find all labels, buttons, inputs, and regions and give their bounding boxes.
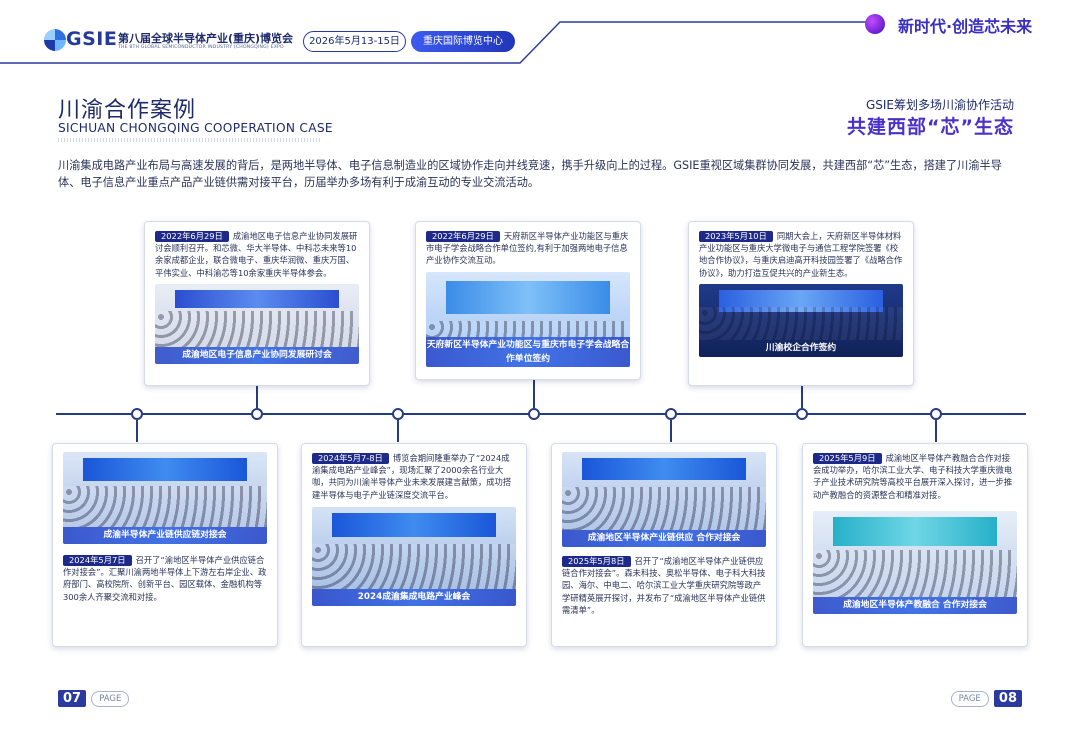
timeline-stem <box>256 386 258 408</box>
page-number-right: 08 <box>993 690 1022 707</box>
section-title-cn: 川渝合作案例 <box>58 98 197 123</box>
page-indicator-right: PAGE 08 <box>950 688 1022 707</box>
case-card: 2022年6月29日 天府新区半导体产业功能区与重庆市电子学会战略合作单位签约,有… <box>415 221 641 380</box>
case-date-badge: 2022年6月29日 <box>426 231 500 242</box>
timeline-stem <box>670 420 672 442</box>
case-card: 2025年5月9日 成渝地区半导体产教融合合作对接会成功举办，哈尔滨工业大学、电子… <box>802 443 1028 647</box>
slogan: 新时代·创造芯未来 <box>898 17 1033 36</box>
case-photo: 川渝校企合作签约 <box>699 283 903 357</box>
case-text-block: 2023年5月10日 同期大会上，天府新区半导体材料产业功能区与重庆大学微电子与通… <box>699 230 903 279</box>
case-text-block: 2024年5月7日 召开了“渝地区半导体产业供应链合作对接会”。汇聚川渝两地半导体… <box>63 554 267 603</box>
timeline-node <box>930 408 942 420</box>
slogan-dot-icon <box>865 14 885 34</box>
case-date-badge: 2024年5月7日 <box>63 555 132 566</box>
photo-caption: 天府新区半导体产业功能区与重庆市电子学会战略合作单位签约 <box>426 336 630 367</box>
case-date-badge: 2025年5月9日 <box>813 453 882 464</box>
page-label-right: PAGE <box>950 690 989 707</box>
case-date-badge: 2025年5月8日 <box>562 556 631 567</box>
case-text-block: 2022年6月29日 成渝地区电子信息产业协同发展研讨会顺利召开。和芯微、华大半导… <box>155 230 359 279</box>
timeline-stem <box>801 386 803 408</box>
case-text-block: 2025年5月8日 召开了“成渝地区半导体产业链供应链合作对接会”。森未科技、奥松… <box>562 555 766 616</box>
timeline-stem <box>397 420 399 442</box>
logo-text: GSIE <box>66 28 118 50</box>
case-text-block: 2024年5月7-8日 博览会期间隆重举办了“2024成渝集成电路产业峰会”，现场… <box>312 452 516 501</box>
timeline-axis <box>56 413 1026 415</box>
case-text-block: 2022年6月29日 天府新区半导体产业功能区与重庆市电子学会战略合作单位签约,有… <box>426 230 630 267</box>
case-photo: 天府新区半导体产业功能区与重庆市电子学会战略合作单位签约 <box>426 271 630 367</box>
page-number-left: 07 <box>58 690 87 707</box>
page-label-left: PAGE <box>91 690 130 707</box>
timeline-node <box>665 408 677 420</box>
expo-name-en: THE 8TH GLOBAL SEMICONDUCTOR INDUSTRY (C… <box>118 45 284 50</box>
header-bar: GSIE 第八届全球半导体产业(重庆)博览会 THE 8TH GLOBAL SE… <box>0 0 1080 66</box>
photo-caption: 成渝地区半导体产教融合 合作对接会 <box>813 596 1017 614</box>
photo-caption: 2024成渝集成电路产业峰会 <box>312 588 516 606</box>
photo-caption: 川渝校企合作签约 <box>765 342 837 353</box>
intro-paragraph: 川渝集成电路产业布局与高速发展的背后，是两地半导体、电子信息制造业的区域协作走向… <box>58 159 1002 189</box>
case-photo: 2024成渝集成电路产业峰会 <box>312 506 516 606</box>
case-card: 成渝半导体产业链供应链对接会 2024年5月7日 召开了“渝地区半导体产业供应链合… <box>52 443 278 647</box>
case-date-badge: 2022年6月29日 <box>155 231 229 242</box>
case-card: 2024年5月7-8日 博览会期间隆重举办了“2024成渝集成电路产业峰会”，现场… <box>301 443 527 647</box>
timeline-stem <box>533 380 535 408</box>
timeline-node <box>251 408 263 420</box>
section-title-en: SICHUAN CHONGQING COOPERATION CASE <box>58 121 333 135</box>
timeline-stem <box>935 420 937 442</box>
case-card: 2022年6月29日 成渝地区电子信息产业协同发展研讨会顺利召开。和芯微、华大半导… <box>144 221 370 386</box>
case-photo: 成渝地区半导体产业链供应 合作对接会 <box>562 452 766 547</box>
logo-mark-icon <box>44 29 66 51</box>
timeline-node <box>796 408 808 420</box>
section-rule <box>58 138 320 142</box>
timeline-node <box>392 408 404 420</box>
timeline-stem <box>136 420 138 442</box>
expo-name-cn: 第八届全球半导体产业(重庆)博览会 <box>118 32 294 45</box>
tagline-small: GSIE筹划多场川渝协作活动 <box>865 98 1014 112</box>
case-date-badge: 2023年5月10日 <box>699 231 773 242</box>
tagline-large: 共建西部“芯”生态 <box>847 116 1014 138</box>
case-photo: 成渝地区电子信息产业协同发展研讨会 <box>155 283 359 364</box>
photo-caption: 成渝半导体产业链供应链对接会 <box>63 527 267 544</box>
case-card: 成渝地区半导体产业链供应 合作对接会 2025年5月8日 召开了“成渝地区半导体产… <box>551 443 777 647</box>
photo-caption: 成渝地区半导体产业链供应 合作对接会 <box>562 530 766 547</box>
case-photo: 成渝地区半导体产教融合 合作对接会 <box>813 510 1017 614</box>
timeline-node <box>528 408 540 420</box>
gsie-logo: GSIE <box>44 27 117 53</box>
expo-date-badge: 2026年5月13-15日 <box>303 31 406 52</box>
expo-venue-badge: 重庆国际博览中心 <box>411 31 515 52</box>
photo-caption: 成渝地区电子信息产业协同发展研讨会 <box>155 346 359 364</box>
page-indicator-left: 07 PAGE <box>58 688 130 707</box>
timeline-node <box>131 408 143 420</box>
case-date-badge: 2024年5月7-8日 <box>312 453 389 464</box>
case-photo: 成渝半导体产业链供应链对接会 <box>63 452 267 544</box>
case-text-block: 2025年5月9日 成渝地区半导体产教融合合作对接会成功举办，哈尔滨工业大学、电子… <box>813 452 1017 501</box>
case-card: 2023年5月10日 同期大会上，天府新区半导体材料产业功能区与重庆大学微电子与通… <box>688 221 914 386</box>
